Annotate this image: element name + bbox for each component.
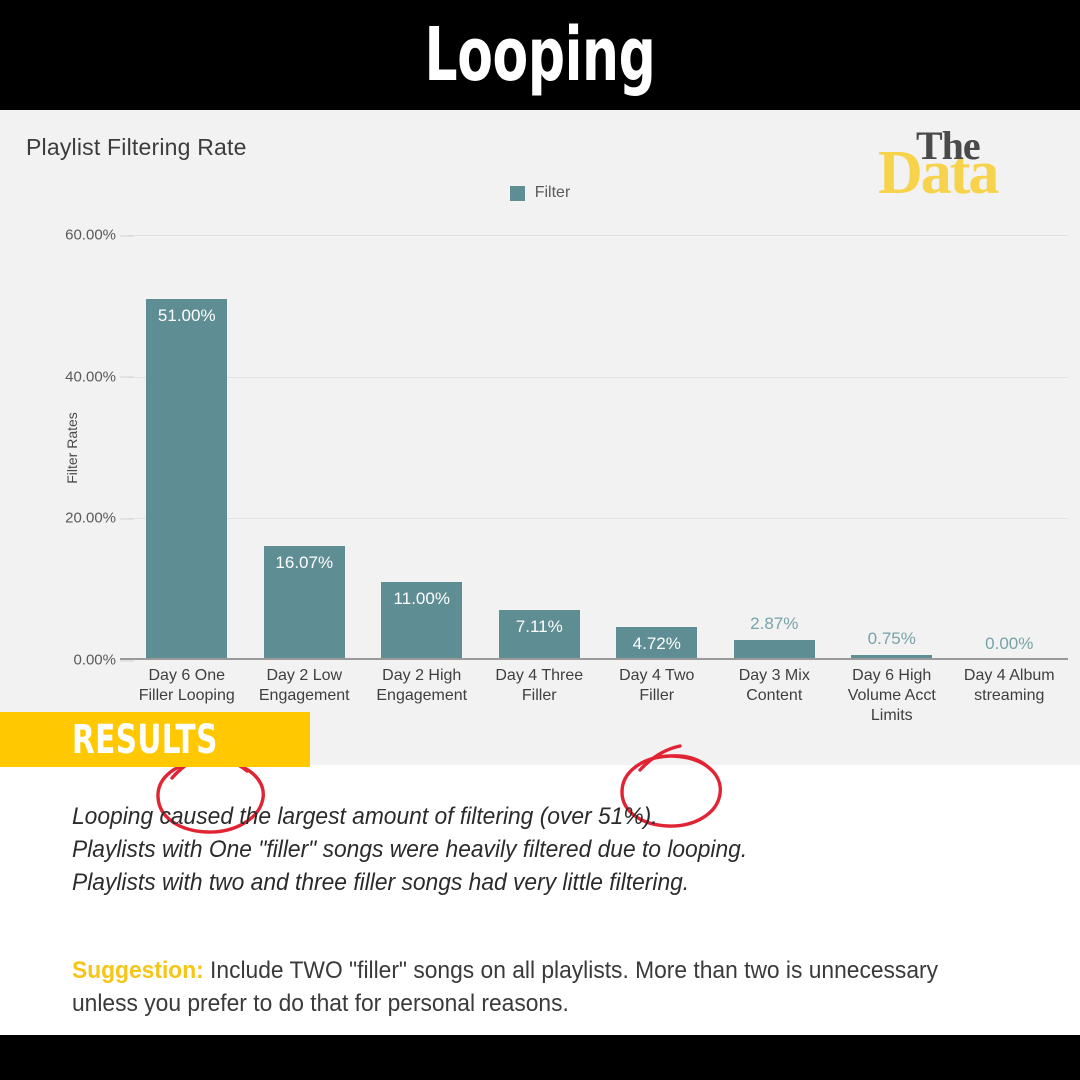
bar-value-label: 51.00%: [157, 305, 216, 325]
suggestion-paragraph: Suggestion: Include TWO "filler" songs o…: [72, 954, 984, 1020]
body-copy: Looping caused the largest amount of fil…: [72, 800, 1032, 1021]
plot-area: Filter Rates 0.00% 20.00% 40.00% 60.00% 51.…: [64, 227, 1068, 669]
chart-title: Playlist Filtering Rate: [26, 134, 247, 160]
bar-value-label: 0.00%: [985, 634, 1034, 653]
bar-value-label: 16.07%: [275, 553, 334, 573]
bar[interactable]: 11.00%: [381, 582, 463, 660]
results-banner: RESULTS: [0, 712, 310, 767]
results-banner-label: RESULTS: [72, 716, 218, 763]
chart-panel: Playlist Filtering Rate The Data Filter …: [0, 110, 1080, 834]
legend-swatch-filter: [509, 185, 525, 201]
bar[interactable]: 2.87%: [733, 614, 815, 660]
finding-line: Playlists with two and three filler song…: [72, 869, 690, 897]
bar-slot: 7.11%: [481, 235, 599, 660]
bar[interactable]: 4.72%: [616, 626, 698, 660]
bar-value-label: 4.72%: [632, 633, 681, 653]
bar-value-label: 0.75%: [867, 628, 916, 648]
x-axis-line: [120, 658, 1068, 660]
bar[interactable]: 7.11%: [498, 609, 580, 660]
brand-logo-the: The: [916, 123, 981, 168]
x-axis-label: Day 4 Three Filler: [495, 667, 584, 704]
y-axis-tick-label: 40.00%: [65, 368, 134, 385]
finding-line: Looping caused the largest amount of fil…: [72, 803, 658, 830]
bar-slot: 16.07%: [246, 235, 364, 660]
y-axis-tick-label: 0.00%: [73, 652, 134, 669]
bar-series-filter: 51.00% 16.07% 11.00% 7.11% 4.72% 2.87% 0.75% 0.…: [128, 235, 1068, 660]
y-axis-tick-mark: [120, 660, 134, 661]
bar-value-label: 11.00%: [393, 589, 450, 609]
x-axis-label: Day 3 Mix Content: [738, 667, 810, 704]
y-axis-tick-label: 20.00%: [65, 510, 134, 527]
y-axis-tick-label: 60.00%: [65, 227, 134, 244]
x-axis-label: Day 6 High Volume Acct Limits: [847, 667, 936, 724]
x-axis-label: Day 4 Album streaming: [963, 667, 1055, 704]
bar-slot: 11.00%: [363, 235, 481, 660]
x-axis-label: Day 2 High Engagement: [376, 667, 468, 704]
legend-label-filter: Filter: [534, 184, 571, 201]
findings-list: Looping caused the largest amount of fil…: [72, 800, 1032, 899]
bar-slot: 4.72%: [598, 235, 716, 660]
title-band: Looping: [0, 0, 1080, 110]
bar-slot: 2.87%: [716, 235, 834, 660]
suggestion-label: Suggestion:: [72, 957, 204, 985]
bar-slot: 0.00%: [951, 235, 1069, 660]
finding-line: Playlists with One "filler" songs were h…: [72, 836, 748, 864]
y-axis-title: Filter Rates: [63, 411, 80, 484]
page-title: Looping: [424, 12, 656, 98]
bar-value-label: 7.11%: [515, 616, 563, 636]
bar-slot: 0.75%: [833, 235, 951, 660]
bottom-band: [0, 1035, 1080, 1080]
x-axis-label: Day 4 Two Filler: [619, 667, 695, 704]
bar-slot: 51.00%: [128, 235, 246, 660]
bar[interactable]: 51.00%: [146, 298, 228, 660]
bar[interactable]: 16.07%: [263, 546, 345, 660]
bar-value-label: 2.87%: [750, 613, 799, 633]
